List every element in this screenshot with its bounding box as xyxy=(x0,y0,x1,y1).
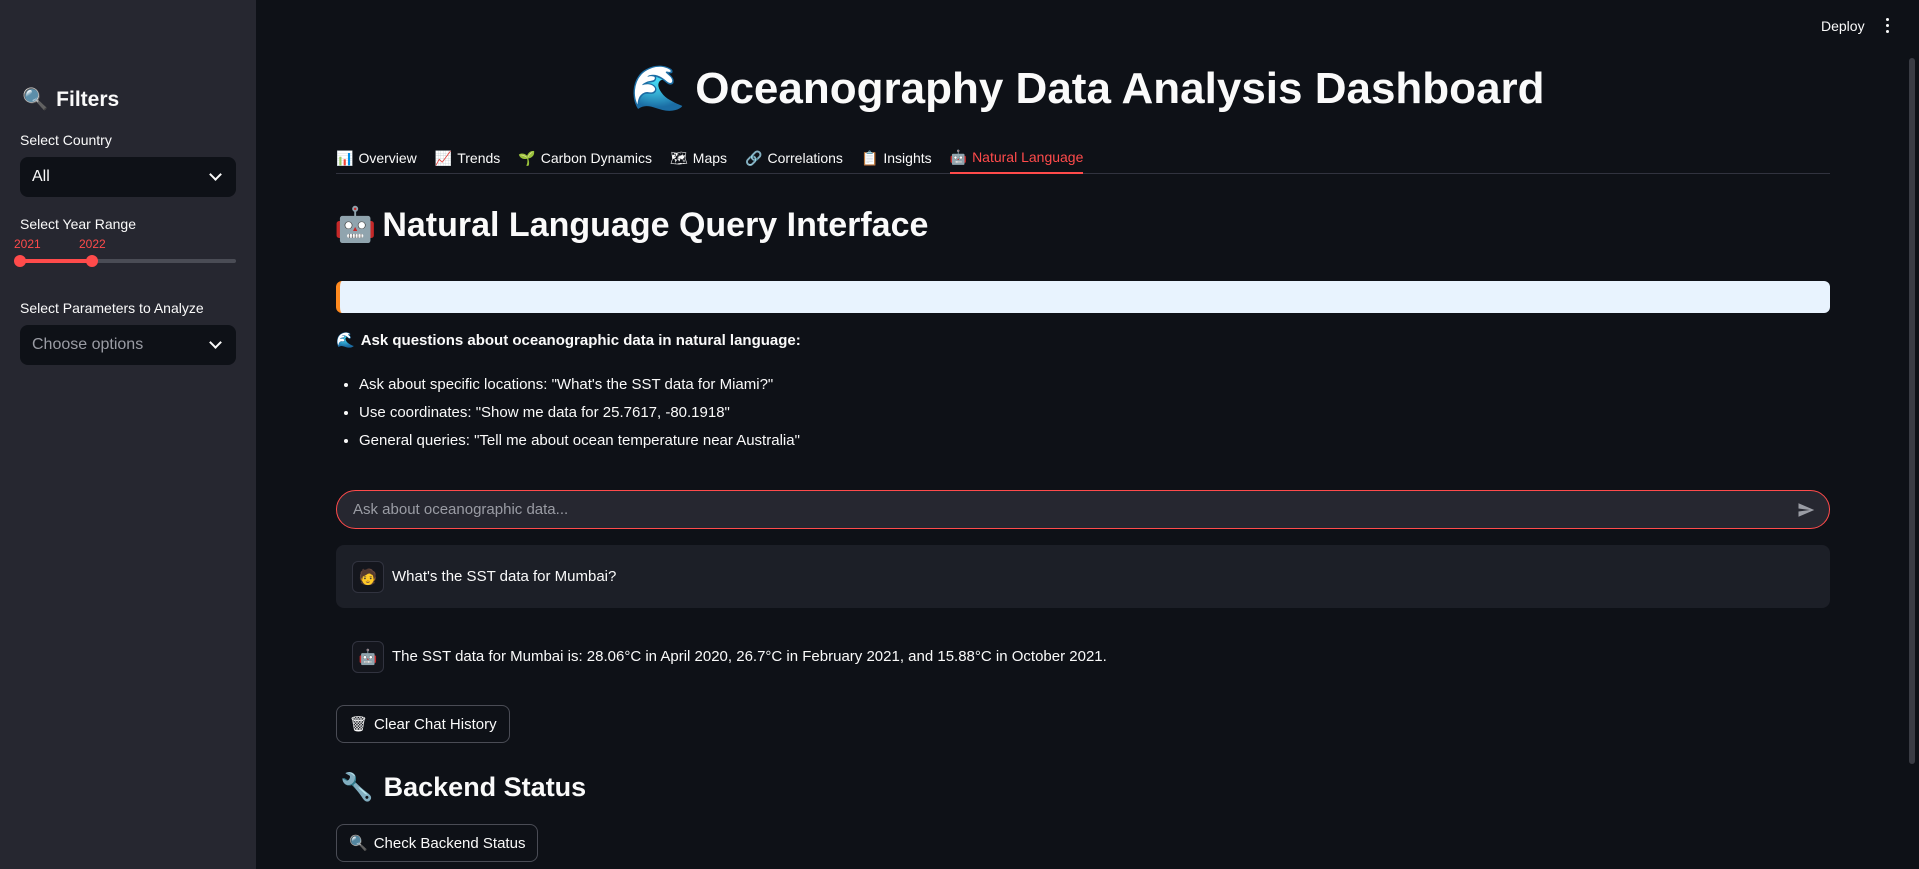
robot-avatar-icon: 🤖 xyxy=(352,640,384,673)
chevron-down-icon xyxy=(209,168,222,181)
app: 🔍 Filters Select Country All Select Year… xyxy=(0,0,1919,869)
wave-icon: 🌊 xyxy=(630,64,686,113)
clipboard-icon: 📋 xyxy=(860,149,879,166)
page-title: 🌊 Oceanography Data Analysis Dashboard xyxy=(0,62,1919,114)
list-item: General queries: "Tell me about ocean te… xyxy=(359,432,800,449)
country-label: Select Country xyxy=(20,132,112,148)
section-title: 🤖 Natural Language Query Interface xyxy=(334,205,928,245)
tab-label: Natural Language xyxy=(972,149,1084,165)
sidebar: 🔍 Filters Select Country All Select Year… xyxy=(0,0,256,869)
example-list: Ask about specific locations: "What's th… xyxy=(359,376,800,460)
scrollbar[interactable] xyxy=(1909,58,1915,764)
link-icon: 🔗 xyxy=(745,149,763,166)
list-item: Ask about specific locations: "What's th… xyxy=(359,376,800,393)
tab-label: Insights xyxy=(883,150,932,166)
deploy-button[interactable]: Deploy xyxy=(1821,18,1865,34)
map-icon: 🗺 xyxy=(670,149,688,166)
tab-label: Overview xyxy=(358,150,417,166)
tab-label: Trends xyxy=(457,150,501,166)
page-title-text: Oceanography Data Analysis Dashboard xyxy=(695,64,1545,113)
country-select[interactable]: All xyxy=(20,157,236,197)
chat-input-placeholder: Ask about oceanographic data... xyxy=(353,501,569,518)
chat-message-user: 🧑 What's the SST data for Mumbai? xyxy=(336,545,1830,608)
tab-maps[interactable]: 🗺 Maps xyxy=(670,142,727,174)
year-slider-min-handle[interactable] xyxy=(14,255,26,267)
year-min-value: 2021 xyxy=(14,237,41,251)
tab-carbon-dynamics[interactable]: 🌱 Carbon Dynamics xyxy=(518,142,652,174)
list-item: Use coordinates: "Show me data for 25.76… xyxy=(359,404,800,421)
send-icon[interactable] xyxy=(1797,501,1815,519)
ask-heading: 🌊 Ask questions about oceanographic data… xyxy=(336,331,801,350)
tab-natural-language[interactable]: 🤖 Natural Language xyxy=(949,142,1084,174)
clear-chat-label: Clear Chat History xyxy=(374,715,497,733)
ask-heading-text: Ask questions about oceanographic data i… xyxy=(360,331,801,349)
chat-input[interactable]: Ask about oceanographic data... xyxy=(336,490,1830,529)
tab-insights[interactable]: 📋 Insights xyxy=(861,142,932,174)
user-message-text: What's the SST data for Mumbai? xyxy=(392,568,617,585)
params-multiselect[interactable]: Choose options xyxy=(20,325,236,365)
trash-icon: 🗑 xyxy=(349,716,369,733)
seedling-icon: 🌱 xyxy=(518,149,536,166)
params-placeholder: Choose options xyxy=(32,336,144,353)
tab-label: Correlations xyxy=(767,150,843,166)
bar-chart-icon: 📊 xyxy=(336,149,354,166)
line-chart-icon: 📈 xyxy=(434,149,453,166)
tab-label: Maps xyxy=(692,150,728,166)
tab-overview[interactable]: 📊 Overview xyxy=(336,142,417,174)
chevron-down-icon xyxy=(209,336,222,349)
magnifier-icon: 🔍 xyxy=(349,835,368,852)
check-backend-button[interactable]: 🔍 Check Backend Status xyxy=(336,824,539,862)
wrench-icon: 🔧 xyxy=(340,772,374,802)
robot-icon: 🤖 xyxy=(334,206,377,244)
year-slider-fill xyxy=(20,259,92,263)
user-avatar-icon: 🧑 xyxy=(352,560,384,593)
check-backend-label: Check Backend Status xyxy=(373,834,526,852)
info-banner xyxy=(336,281,1830,313)
year-slider-max-handle[interactable] xyxy=(86,255,98,267)
tab-trends[interactable]: 📈 Trends xyxy=(435,142,501,174)
backend-status-title: 🔧 Backend Status xyxy=(340,771,586,803)
tab-correlations[interactable]: 🔗 Correlations xyxy=(745,142,843,174)
country-select-value: All xyxy=(32,168,50,185)
params-label: Select Parameters to Analyze xyxy=(20,300,204,316)
tab-bar: 📊 Overview 📈 Trends 🌱 Carbon Dynamics 🗺 Maps… xyxy=(336,142,1830,174)
robot-icon: 🤖 xyxy=(949,148,968,165)
main-menu-icon[interactable] xyxy=(1886,18,1890,34)
wave-icon: 🌊 xyxy=(336,332,355,349)
year-max-value: 2022 xyxy=(79,237,106,251)
section-title-text: Natural Language Query Interface xyxy=(382,205,929,244)
year-range-label: Select Year Range xyxy=(20,216,136,232)
chat-message-assistant: 🤖 The SST data for Mumbai is: 28.06°C in… xyxy=(336,625,1830,688)
assistant-message-text: The SST data for Mumbai is: 28.06°C in A… xyxy=(392,648,1107,665)
backend-status-title-text: Backend Status xyxy=(383,771,587,802)
clear-chat-button[interactable]: 🗑 Clear Chat History xyxy=(336,705,510,743)
tab-label: Carbon Dynamics xyxy=(540,150,652,166)
